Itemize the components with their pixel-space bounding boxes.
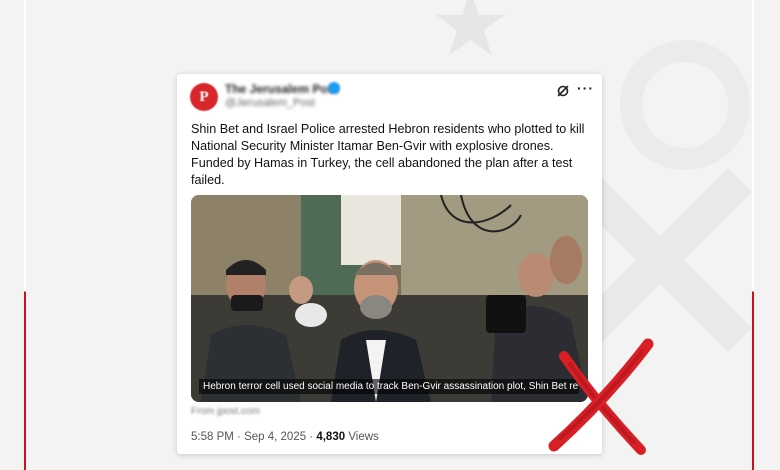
avatar[interactable]: P bbox=[190, 83, 218, 111]
tweet-text: Shin Bet and Israel Police arrested Hebr… bbox=[191, 122, 585, 187]
red-x-icon bbox=[548, 338, 654, 455]
watermark-star-icon: ★ bbox=[430, 0, 511, 75]
photo-scene bbox=[191, 195, 588, 402]
account-name[interactable]: The Jerusalem Post bbox=[225, 82, 338, 96]
link-domain[interactable]: From jpost.com bbox=[191, 406, 260, 417]
grok-icon[interactable] bbox=[556, 84, 570, 98]
watermark-crescent-icon bbox=[620, 40, 750, 170]
account-handle[interactable]: @Jerusalem_Post bbox=[225, 97, 315, 109]
tweet-date[interactable]: Sep 4, 2025 bbox=[244, 431, 306, 443]
media-caption: Hebron terror cell used social media to … bbox=[199, 379, 579, 394]
verified-badge-icon bbox=[328, 82, 340, 94]
views-count: 4,830 bbox=[316, 431, 346, 443]
tweet-metadata: 5:58 PM · Sep 4, 2025 · 4,830 Views bbox=[191, 431, 379, 443]
tweet-time[interactable]: 5:58 PM bbox=[191, 431, 234, 443]
more-options-icon[interactable]: ··· bbox=[577, 80, 594, 96]
left-border-line bbox=[24, 0, 26, 470]
meta-separator: · bbox=[237, 431, 245, 443]
views-label: Views bbox=[348, 431, 379, 443]
tweet-photo[interactable]: Hebron terror cell used social media to … bbox=[191, 195, 588, 402]
tweet-card: P The Jerusalem Post @Jerusalem_Post ···… bbox=[177, 74, 602, 454]
